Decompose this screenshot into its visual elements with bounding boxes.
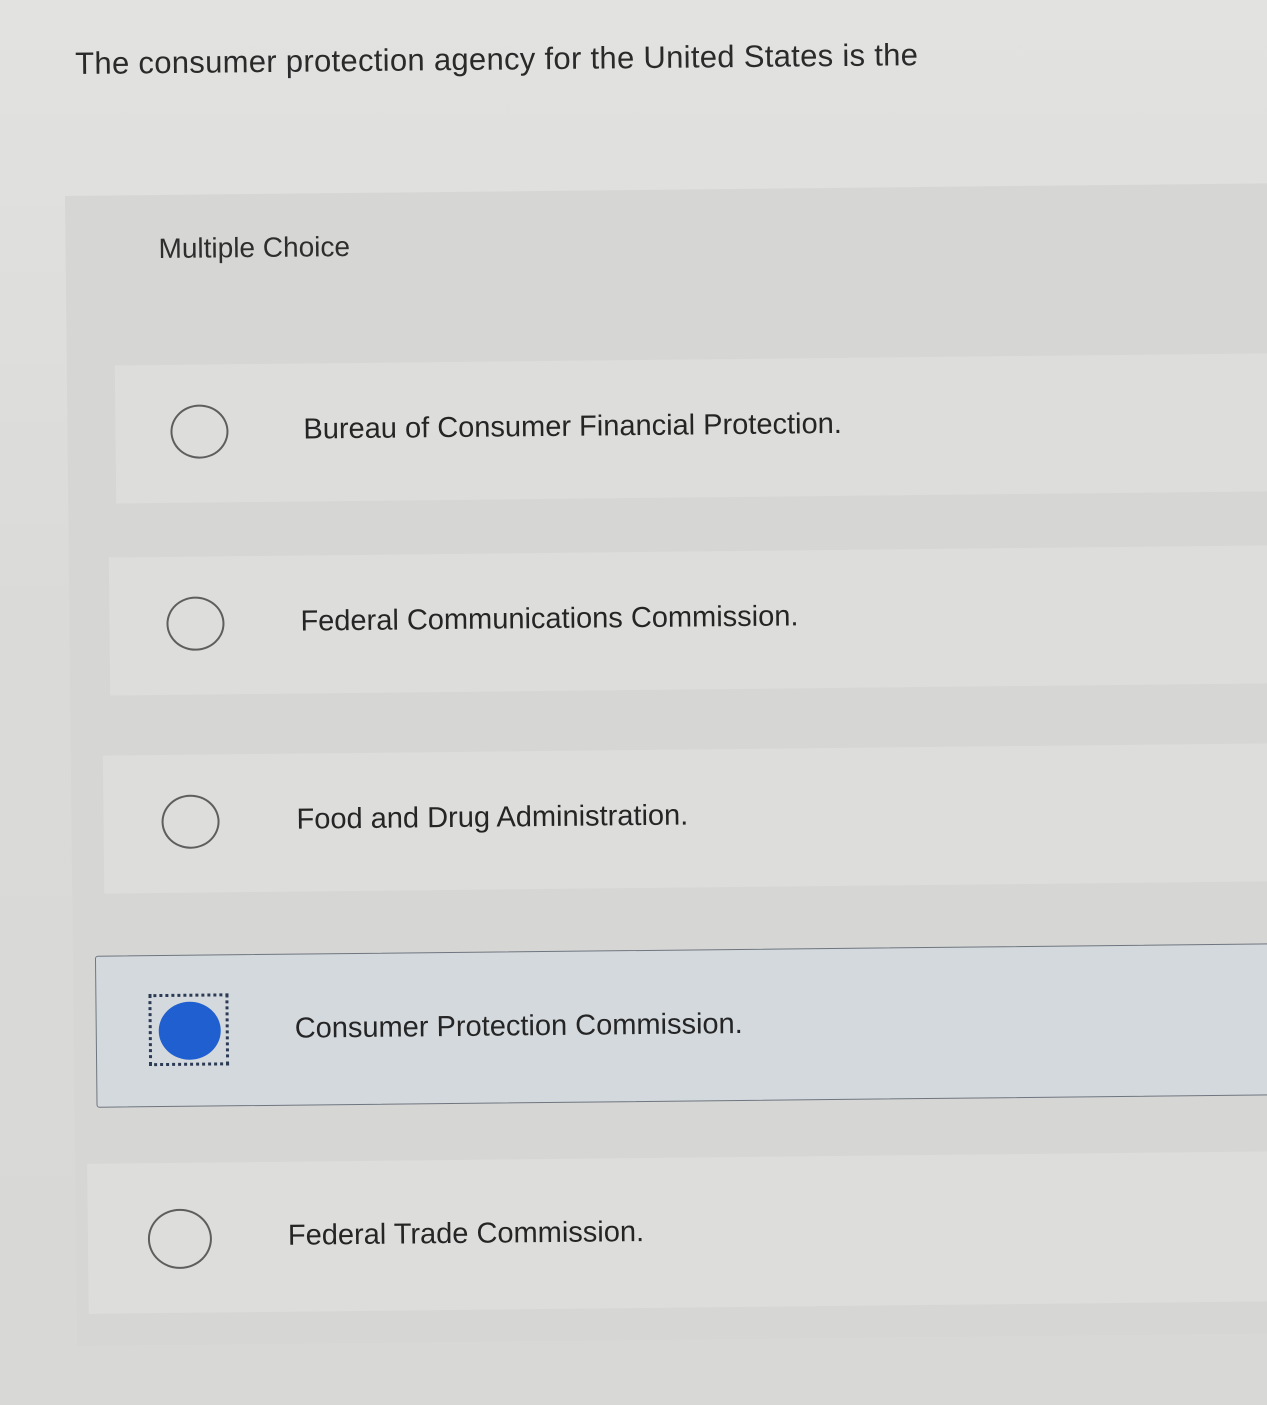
multiple-choice-panel: Multiple Choice Bureau of Consumer Finan… (65, 183, 1267, 1346)
radio-button-icon[interactable] (170, 404, 229, 459)
answer-option-label: Bureau of Consumer Financial Protection. (303, 407, 842, 446)
answer-option[interactable]: Food and Drug Administration. (102, 743, 1267, 894)
radio-button-icon[interactable] (161, 794, 220, 850)
answer-option-label: Consumer Protection Commission. (294, 1007, 743, 1045)
answer-option[interactable]: Bureau of Consumer Financial Protection. (114, 353, 1267, 504)
radio-button-icon[interactable] (166, 596, 225, 651)
answer-option[interactable]: Federal Trade Commission. (87, 1151, 1267, 1314)
question-text: The consumer protection agency for the U… (75, 37, 919, 81)
answer-option-label: Federal Trade Commission. (287, 1215, 645, 1252)
answer-option-selected[interactable]: Consumer Protection Commission. (94, 943, 1267, 1108)
page: The consumer protection agency for the U… (0, 0, 1267, 1405)
answer-option[interactable]: Federal Communications Commission. (108, 545, 1267, 696)
answer-option-label: Food and Drug Administration. (296, 799, 689, 836)
multiple-choice-header: Multiple Choice (158, 231, 351, 265)
answer-option-label: Federal Communications Commission. (300, 600, 799, 638)
radio-button-icon[interactable] (147, 1208, 213, 1270)
